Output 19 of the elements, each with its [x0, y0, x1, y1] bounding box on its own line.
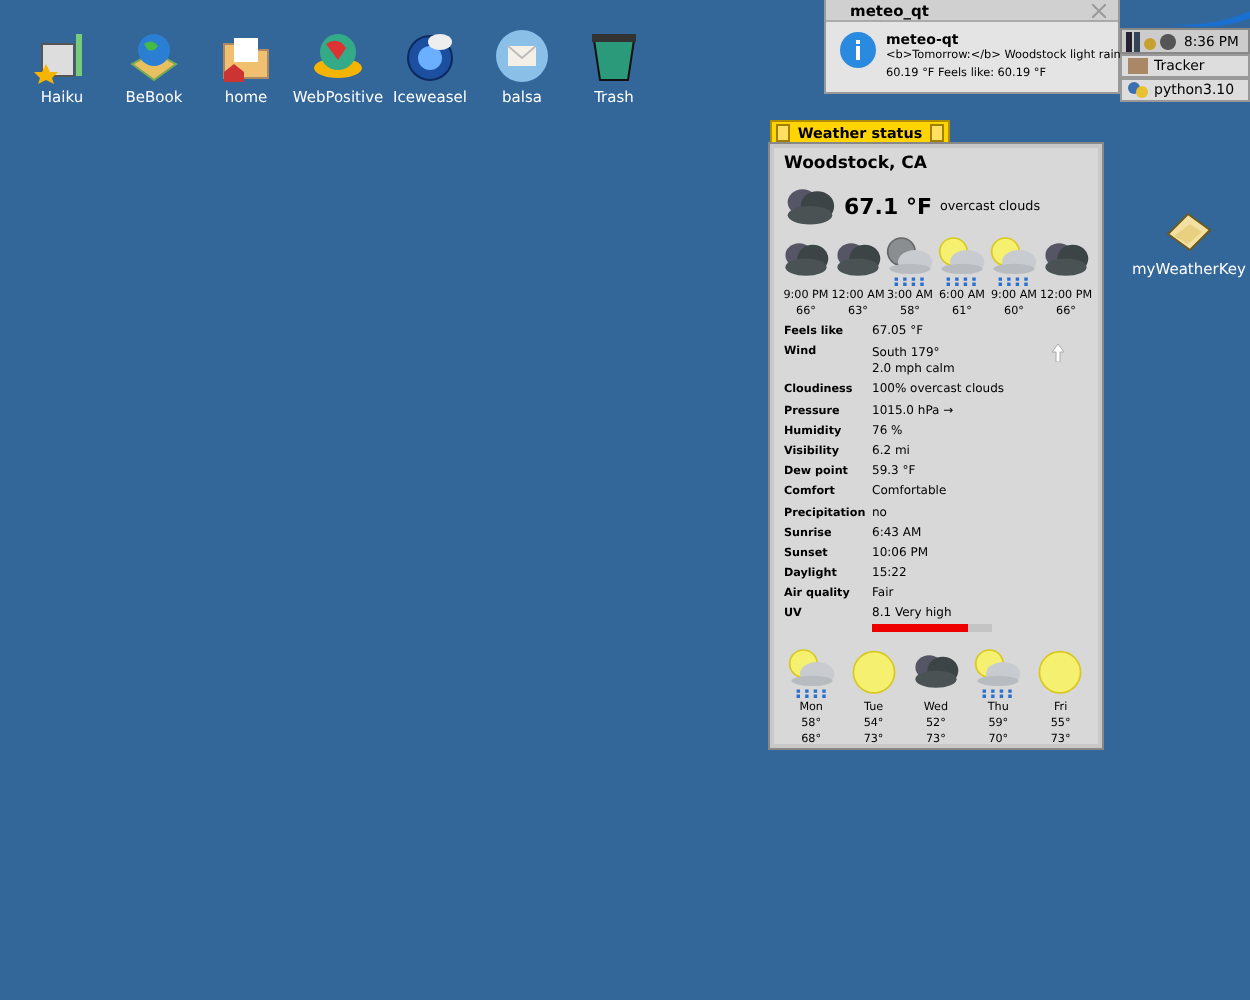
info-icon	[840, 32, 876, 68]
close-box-icon[interactable]	[776, 124, 790, 142]
globe-book-icon[interactable]	[126, 28, 182, 84]
tray-icons[interactable]	[1126, 31, 1178, 51]
cloud-icon	[784, 184, 836, 228]
zoom-box-icon[interactable]	[930, 124, 944, 142]
moon-rain-icon	[886, 236, 934, 288]
sun-rain-icon	[990, 236, 1038, 288]
mail-icon[interactable]	[494, 28, 550, 84]
sun-rain-icon	[787, 648, 836, 701]
trash-icon[interactable]	[586, 28, 642, 84]
globe-icon[interactable]	[402, 28, 458, 84]
sun-rain-icon	[938, 236, 986, 288]
current-temperature: 67.1 °F	[844, 193, 932, 219]
note-icon[interactable]	[1162, 208, 1215, 256]
location-name: Woodstock, CA	[784, 154, 929, 174]
app-icon	[1128, 80, 1148, 100]
sun-rain-icon	[974, 648, 1023, 701]
up-arrow-icon	[1051, 344, 1064, 363]
